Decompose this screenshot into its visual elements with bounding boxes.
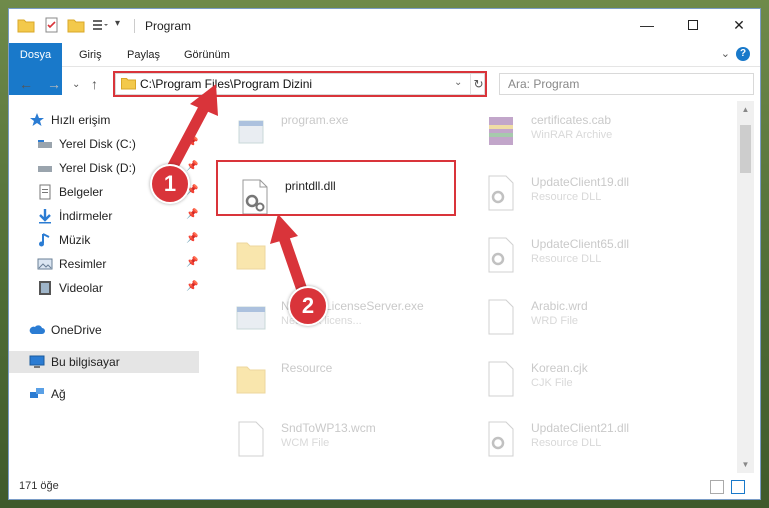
arrow-2 [278,232,308,296]
step-1-badge: 1 [150,164,190,204]
arrow-1 [166,98,212,174]
annotation-arrows [166,84,308,296]
arrow-2-head [270,214,298,244]
step-2-badge: 2 [288,286,328,326]
